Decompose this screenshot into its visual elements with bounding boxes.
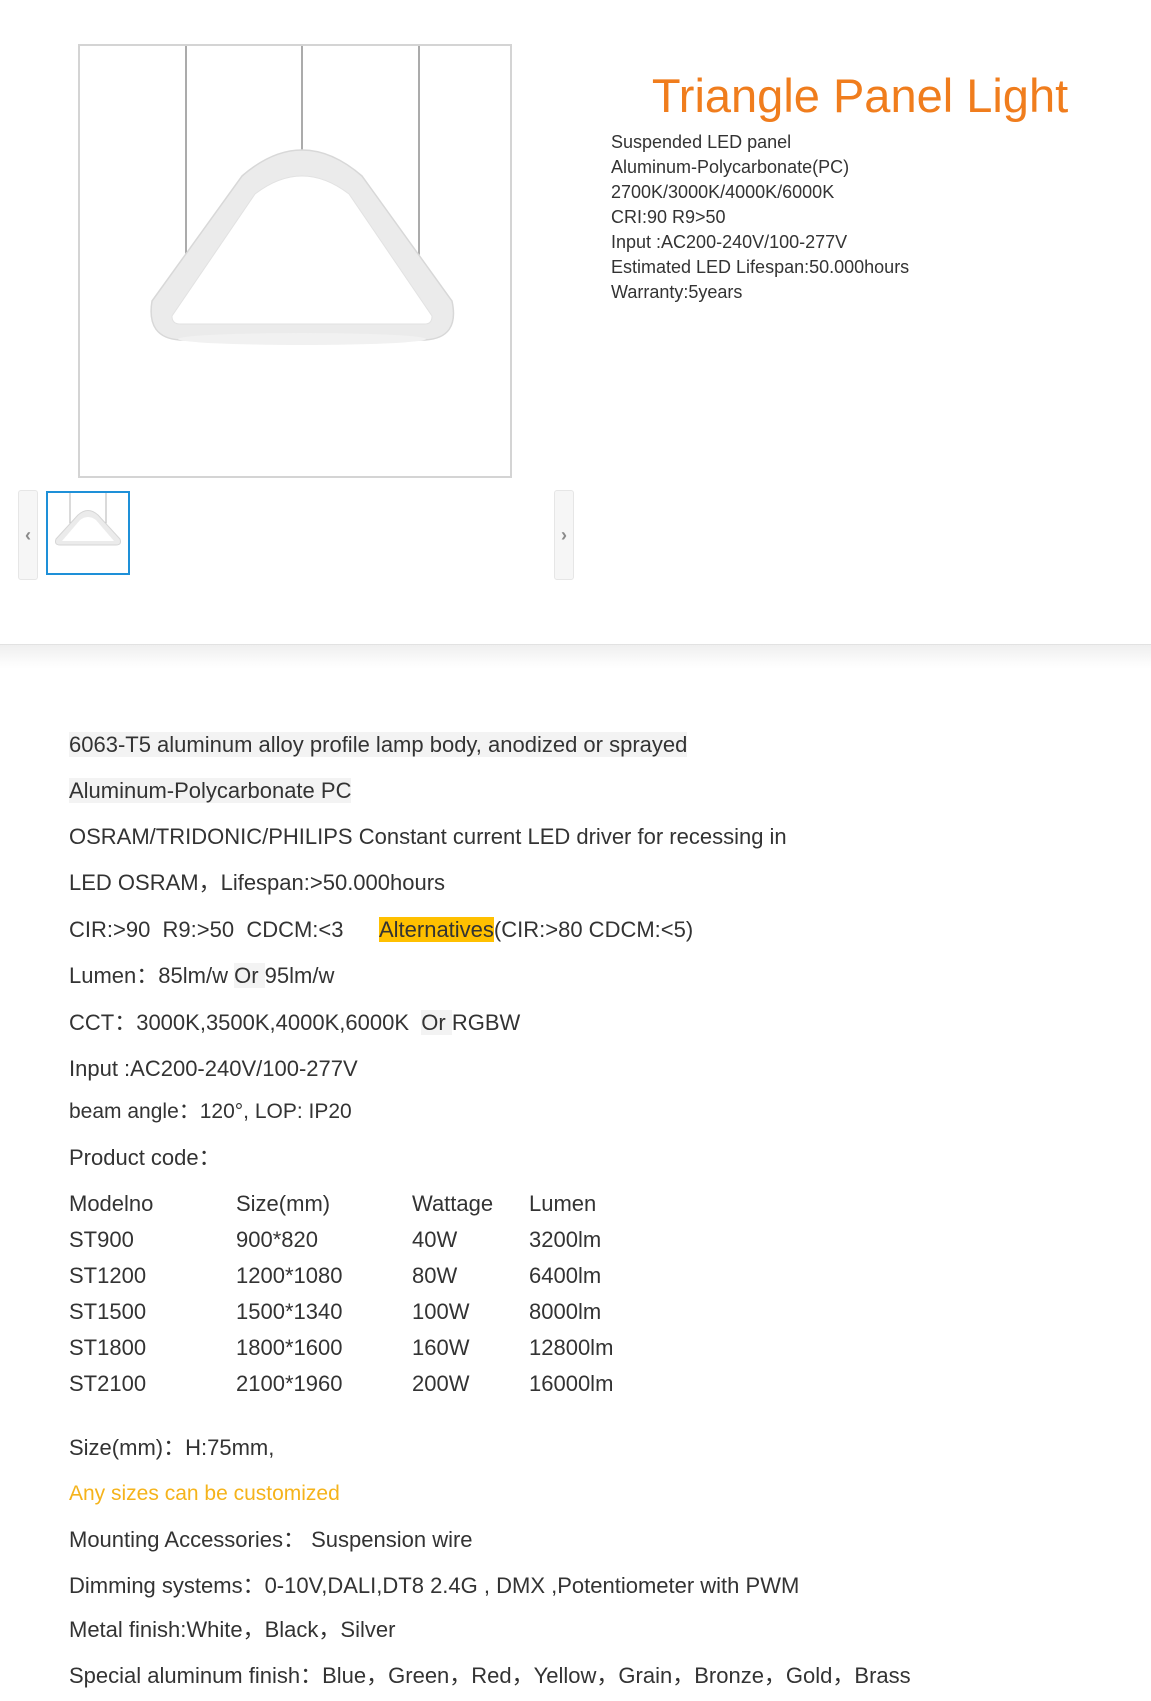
prev-thumbnail-button[interactable]: ‹ [18,490,38,580]
triangle-panel-light-image [150,46,455,345]
table-header: Size(mm) [236,1191,331,1216]
table-header: Modelno [69,1191,154,1216]
chevron-right-icon: › [561,524,567,545]
lumen-main: Lumen：85lm/w [69,963,235,988]
detail-cct: CCT：3000K,3500K,4000K,6000K Or RGBW [69,1008,520,1038]
table-header-row: Modelno Size(mm) Wattage Lumen [69,1189,769,1219]
spec-item: Suspended LED panel [611,132,792,152]
detail-special-finish: Special aluminum finish：Blue，Green，Red，Y… [69,1663,911,1688]
table-row: ST1200 1200*1080 80W 6400lm [69,1261,769,1291]
table-cell: ST2100 [69,1371,147,1396]
triangle-panel-thumbnail-image [55,493,121,546]
cct-alternative: RGBW [451,1010,521,1035]
cct-main: CCT：3000K,3500K,4000K,6000K [69,1010,422,1035]
spec-item: Warranty:5years [611,282,743,302]
detail-input: Input :AC200-240V/100-277V [69,1056,358,1081]
product-title: Triangle Panel Light [651,69,1069,122]
table-cell: 12800lm [529,1335,614,1360]
spec-item: 2700K/3000K/4000K/6000K [611,182,835,202]
detail-metal-finish: Metal finish:White，Black，Silver [69,1617,396,1642]
table-cell: 200W [412,1371,470,1396]
lumen-or: Or [234,963,265,988]
table-cell: ST1800 [69,1335,147,1360]
table-cell: 8000lm [529,1299,602,1324]
product-code-label: Product code： [69,1145,221,1170]
detail-size: Size(mm)：H:75mm, [69,1435,275,1460]
main-product-image[interactable] [78,44,512,478]
detail-cri: CIR:>90 R9:>50 CDCM:<3 Alternatives(CIR:… [69,915,693,945]
table-row: ST1500 1500*1340 100W 8000lm [69,1297,769,1327]
next-thumbnail-button[interactable]: › [554,490,574,580]
chevron-left-icon: ‹ [25,524,31,545]
table-header: Lumen [529,1191,597,1216]
detail-body-material: 6063-T5 aluminum alloy profile lamp body… [69,730,688,760]
detail-driver: OSRAM/TRIDONIC/PHILIPS Constant current … [69,824,787,849]
section-divider [0,644,1151,669]
cri-alternative: (CIR:>80 CDCM:<5) [493,917,694,942]
cct-or: Or [421,1010,452,1035]
cri-main: CIR:>90 R9:>50 CDCM:<3 [69,917,379,942]
detail-mounting: Mounting Accessories： Suspension wire [69,1527,473,1552]
table-cell: 6400lm [529,1263,602,1288]
table-row: ST900 900*820 40W 3200lm [69,1225,769,1255]
detail-dimming: Dimming systems：0-10V,DALI,DT8 2.4G , DM… [69,1573,800,1598]
table-cell: 3200lm [529,1227,602,1252]
table-cell: 1500*1340 [236,1299,343,1324]
lumen-alternative: 95lm/w [264,963,335,988]
table-row: ST2100 2100*1960 200W 16000lm [69,1369,769,1399]
detail-body-text: 6063-T5 aluminum alloy profile lamp body… [69,732,688,757]
table-cell: 100W [412,1299,470,1324]
spec-item: Estimated LED Lifespan:50.000hours [611,257,910,277]
custom-size-note: Any sizes can be customized [69,1482,340,1505]
thumbnail-strip: ‹ › [18,490,574,580]
table-cell: 40W [412,1227,458,1252]
table-cell: 900*820 [236,1227,318,1252]
alternatives-highlight: Alternatives [378,917,494,942]
table-cell: ST1500 [69,1299,147,1324]
detail-diffuser-text: Aluminum-Polycarbonate PC [69,778,352,803]
table-cell: 1200*1080 [236,1263,343,1288]
detail-lumen: Lumen：85lm/w Or 95lm/w [69,961,334,991]
thumbnail-1[interactable] [46,491,130,575]
detail-led: LED OSRAM，Lifespan:>50.000hours [69,870,446,895]
spec-item: Input :AC200-240V/100-277V [611,232,848,252]
table-header: Wattage [412,1191,494,1216]
table-row: ST1800 1800*1600 160W 12800lm [69,1333,769,1363]
table-cell: 2100*1960 [236,1371,343,1396]
detail-diffuser: Aluminum-Polycarbonate PC [69,776,352,806]
table-cell: 160W [412,1335,470,1360]
table-cell: 1800*1600 [236,1335,343,1360]
table-cell: ST1200 [69,1263,147,1288]
table-cell: 80W [412,1263,458,1288]
product-spec-list: Suspended LED panel Aluminum-Polycarbona… [611,130,909,305]
detail-beam-angle: beam angle：120°, LOP: IP20 [69,1100,352,1123]
spec-item: Aluminum-Polycarbonate(PC) [611,157,850,177]
spec-item: CRI:90 R9>50 [611,207,726,227]
table-cell: ST900 [69,1227,134,1252]
table-cell: 16000lm [529,1371,614,1396]
